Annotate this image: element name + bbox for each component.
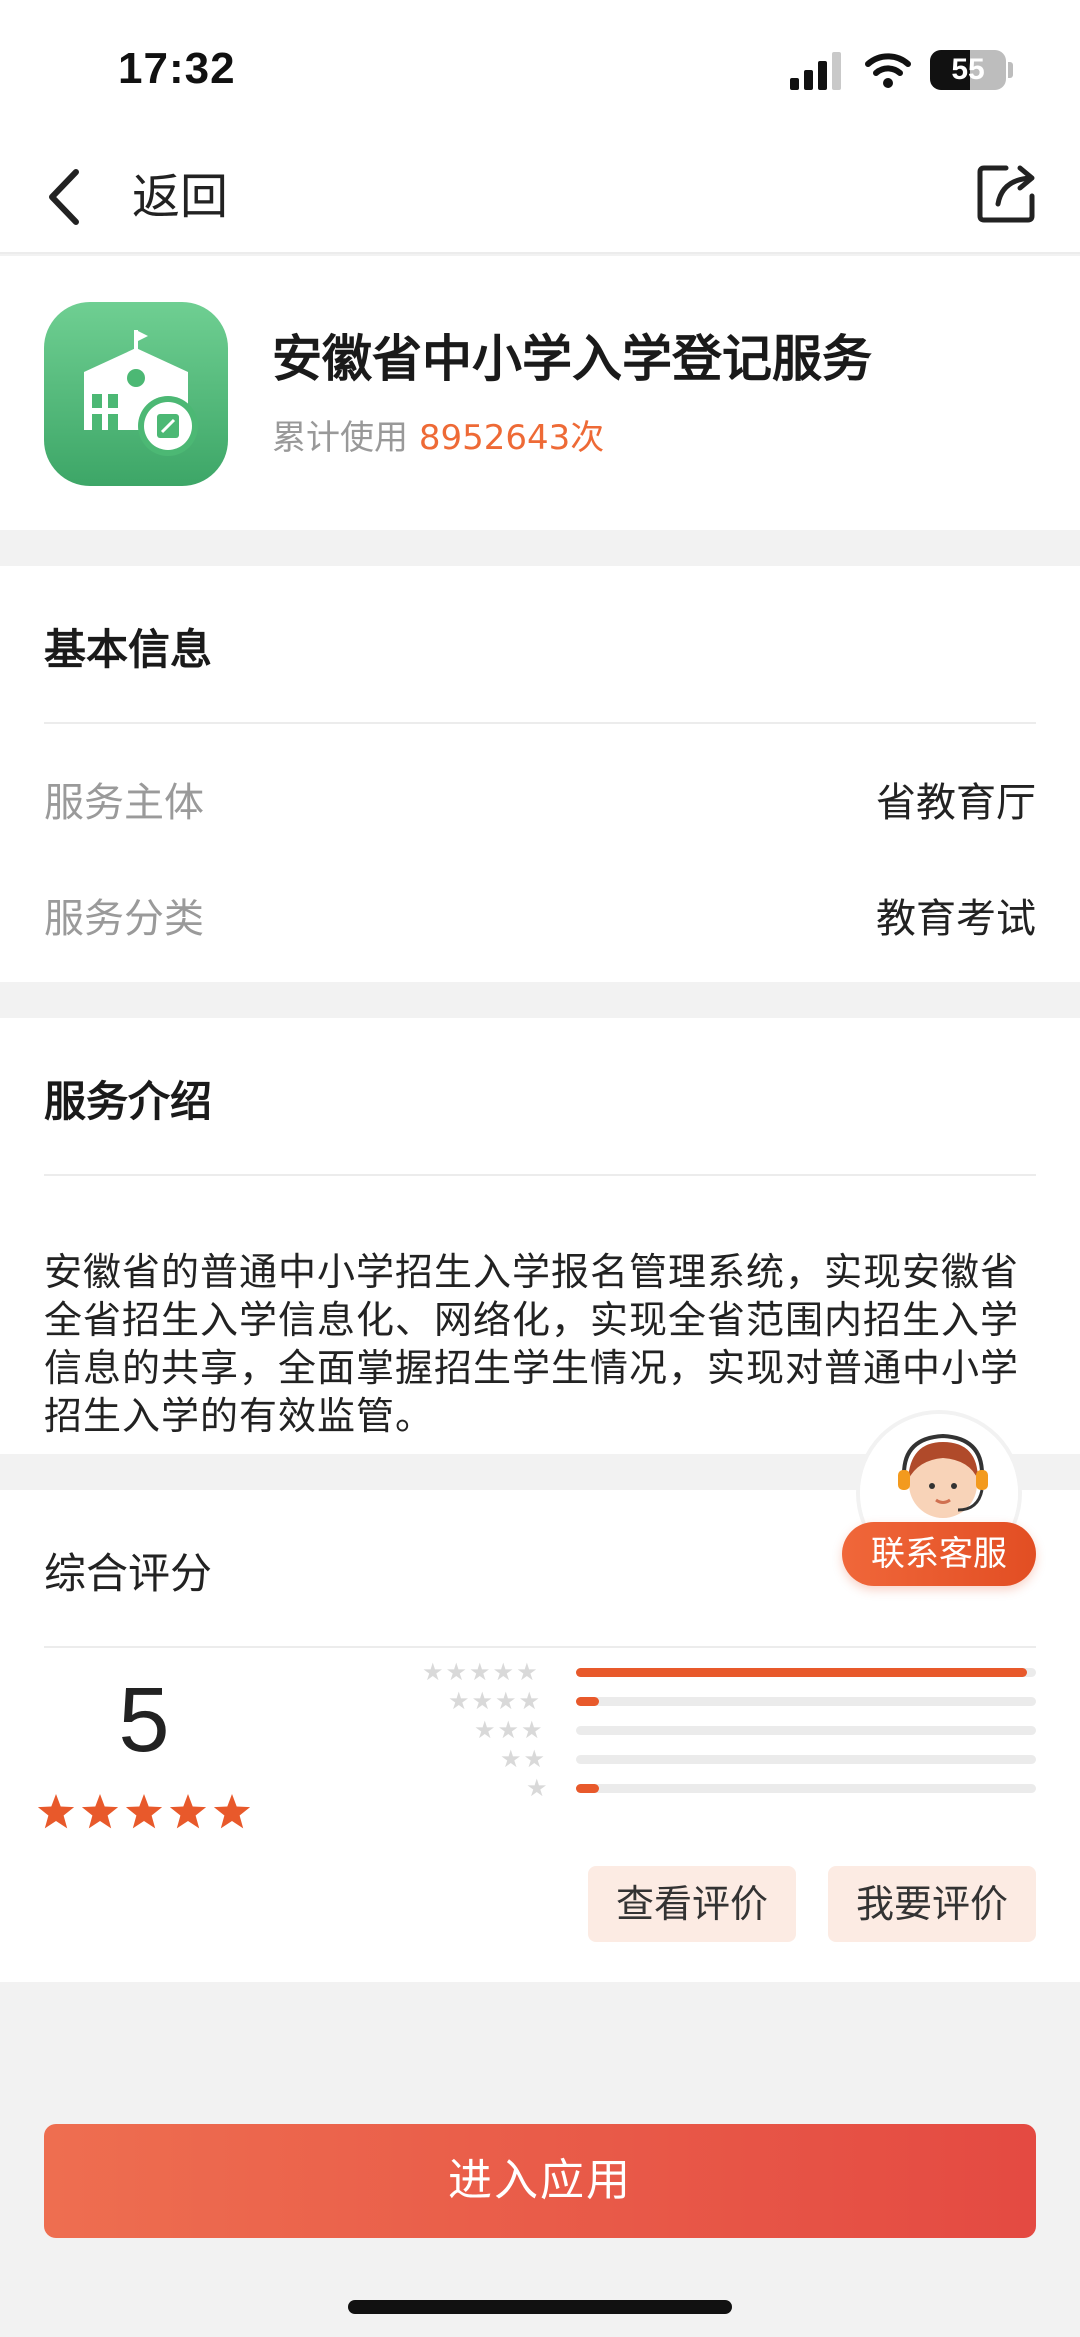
service-intro-section: 服务介绍 安徽省的普通中小学招生入学报名管理系统，实现安徽省全省招生入学信息化、…: [0, 1018, 1080, 1454]
app-logo: [44, 302, 228, 486]
service-provider-value: 省教育厅: [876, 780, 1036, 826]
service-provider-label: 服务主体: [44, 780, 204, 826]
bar-fill: [576, 1668, 1027, 1677]
bar-fill: [576, 1697, 599, 1706]
customer-service-label: 联系客服: [842, 1522, 1036, 1586]
star-icon: [37, 1794, 75, 1829]
view-reviews-button[interactable]: 查看评价: [588, 1866, 796, 1942]
share-icon[interactable]: [974, 160, 1040, 226]
mini-stars-icon: ★: [526, 1774, 550, 1802]
battery-icon: 55: [930, 50, 1006, 90]
star-icon: [213, 1794, 251, 1829]
rating-bar-1-star: ★: [420, 1776, 1040, 1804]
section-title: 基本信息: [44, 625, 213, 674]
mini-stars-icon: ★★★★: [448, 1687, 543, 1715]
bar-track: [576, 1755, 1036, 1764]
rating-distribution: ★★★★★ ★★★★ ★★★ ★★ ★: [420, 1660, 1040, 1810]
basic-info-section: 基本信息 服务主体 省教育厅 服务分类 教育考试: [0, 566, 1080, 982]
rating-score: 5: [118, 1669, 170, 1771]
bar-track: [576, 1697, 1036, 1706]
battery-level: 55: [951, 53, 985, 86]
app-title: 安徽省中小学入学登记服务: [272, 330, 872, 388]
bar-track: [576, 1726, 1036, 1735]
mini-stars-icon: ★★★★★: [422, 1658, 540, 1686]
bar-track: [576, 1784, 1036, 1793]
nav-bar: 返回: [0, 140, 1080, 254]
bar-track: [576, 1668, 1036, 1677]
divider: [44, 1174, 1036, 1176]
rating-bar-5-star: ★★★★★: [420, 1660, 1040, 1688]
back-chevron-icon[interactable]: [40, 160, 90, 234]
star-icon: [125, 1794, 163, 1829]
status-bar: 17:32 55: [0, 0, 1080, 140]
star-icon: [81, 1794, 119, 1829]
rating-bar-2-star: ★★: [420, 1747, 1040, 1775]
service-category-value: 教育考试: [876, 896, 1036, 942]
school-building-icon: [84, 330, 198, 456]
usage-prefix: 累计使用: [272, 418, 408, 458]
customer-service-button[interactable]: 联系客服: [842, 1410, 1036, 1590]
bar-fill: [576, 1784, 599, 1793]
status-time: 17:32: [118, 44, 236, 93]
mini-stars-icon: ★★: [500, 1745, 548, 1773]
usage-stat: 累计使用 8952643次: [272, 414, 604, 462]
section-title: 综合评分: [44, 1549, 213, 1598]
divider: [44, 1646, 1036, 1648]
section-title: 服务介绍: [44, 1077, 213, 1126]
star-icon: [169, 1794, 207, 1829]
divider: [44, 722, 1036, 724]
mini-stars-icon: ★★★: [474, 1716, 545, 1744]
wifi-icon: [865, 53, 911, 88]
rating-bar-4-star: ★★★★: [420, 1689, 1040, 1717]
rating-stars: [37, 1794, 251, 1829]
write-review-button[interactable]: 我要评价: [828, 1866, 1036, 1942]
back-button[interactable]: 返回: [132, 162, 228, 232]
cellular-signal-icon: [790, 52, 841, 90]
service-category-label: 服务分类: [44, 896, 204, 942]
rating-bar-3-star: ★★★: [420, 1718, 1040, 1746]
usage-count: 8952643次: [418, 418, 605, 458]
app-header-card: 安徽省中小学入学登记服务 累计使用 8952643次: [0, 256, 1080, 530]
enter-app-button[interactable]: 进入应用: [44, 2124, 1036, 2238]
home-indicator: [348, 2300, 732, 2314]
